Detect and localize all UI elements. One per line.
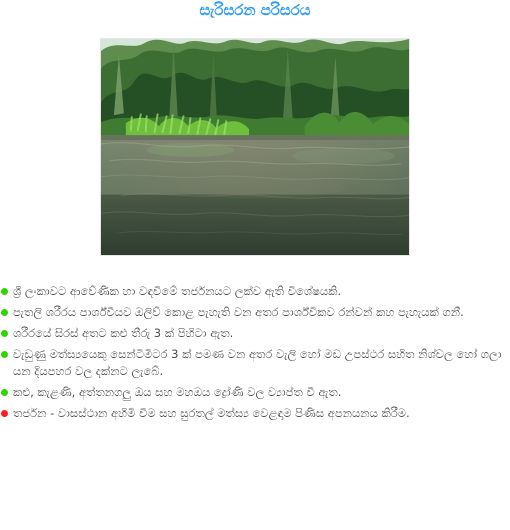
page-title: සැරිසරන පරිසරය [199, 1, 311, 19]
list-item: වැඩුණු මත්ස්‍යයෙකු සෙන්ටිමීටර 3 ක් පමණ ව… [0, 346, 510, 380]
red-bullet-icon [1, 410, 8, 417]
threat-list-item: තර්ජන - වාසස්ථාන අහිමි වීම සහ සුරතල් මත්… [0, 405, 510, 422]
list-item: ශ්‍රී ලංකාවට ආවේණික හා වඳවීමේ තර්ජනයට ලක… [0, 283, 510, 300]
list-item-text: ශරීරයේ සිරස් අතට කළු තීරු 3 ක් පිහිටා ඇත… [13, 326, 234, 340]
list-item: පැතලි ශරීරය පාර්ශ්වීයව ඔලිව් කොළ පැහැති … [0, 304, 510, 321]
forest-stream-illustration [101, 39, 409, 255]
list-item-text: කළු, කැළණි, අත්තනගලු ඔය සහ මහඔය ද්‍රෝණි … [13, 385, 342, 399]
list-item: ශරීරයේ සිරස් අතට කළු තීරු 3 ක් පිහිටා ඇත… [0, 325, 510, 342]
green-bullet-icon [1, 309, 8, 316]
fish-facts-list: ශ්‍රී ලංකාවට ආවේණික හා වඳවීමේ තර්ජනයට ලක… [0, 283, 510, 426]
list-item-text: තර්ජන - වාසස්ථාන අහිමි වීම සහ සුරතල් මත්… [13, 406, 410, 420]
green-bullet-icon [1, 351, 8, 358]
list-item-text: පැතලි ශරීරය පාර්ශ්වීයව ඔලිව් කොළ පැහැති … [13, 305, 464, 319]
list-item: කළු, කැළණි, අත්තනගලු ඔය සහ මහඔය ද්‍රෝණි … [0, 384, 510, 401]
green-bullet-icon [1, 330, 8, 337]
green-bullet-icon [1, 288, 8, 295]
list-item-text: ශ්‍රී ලංකාවට ආවේණික හා වඳවීමේ තර්ජනයට ලක… [13, 284, 342, 298]
green-bullet-icon [1, 389, 8, 396]
forest-stream-photo [100, 38, 410, 256]
list-item-text: වැඩුණු මත්ස්‍යයෙකු සෙන්ටිමීටර 3 ක් පමණ ව… [13, 347, 502, 378]
